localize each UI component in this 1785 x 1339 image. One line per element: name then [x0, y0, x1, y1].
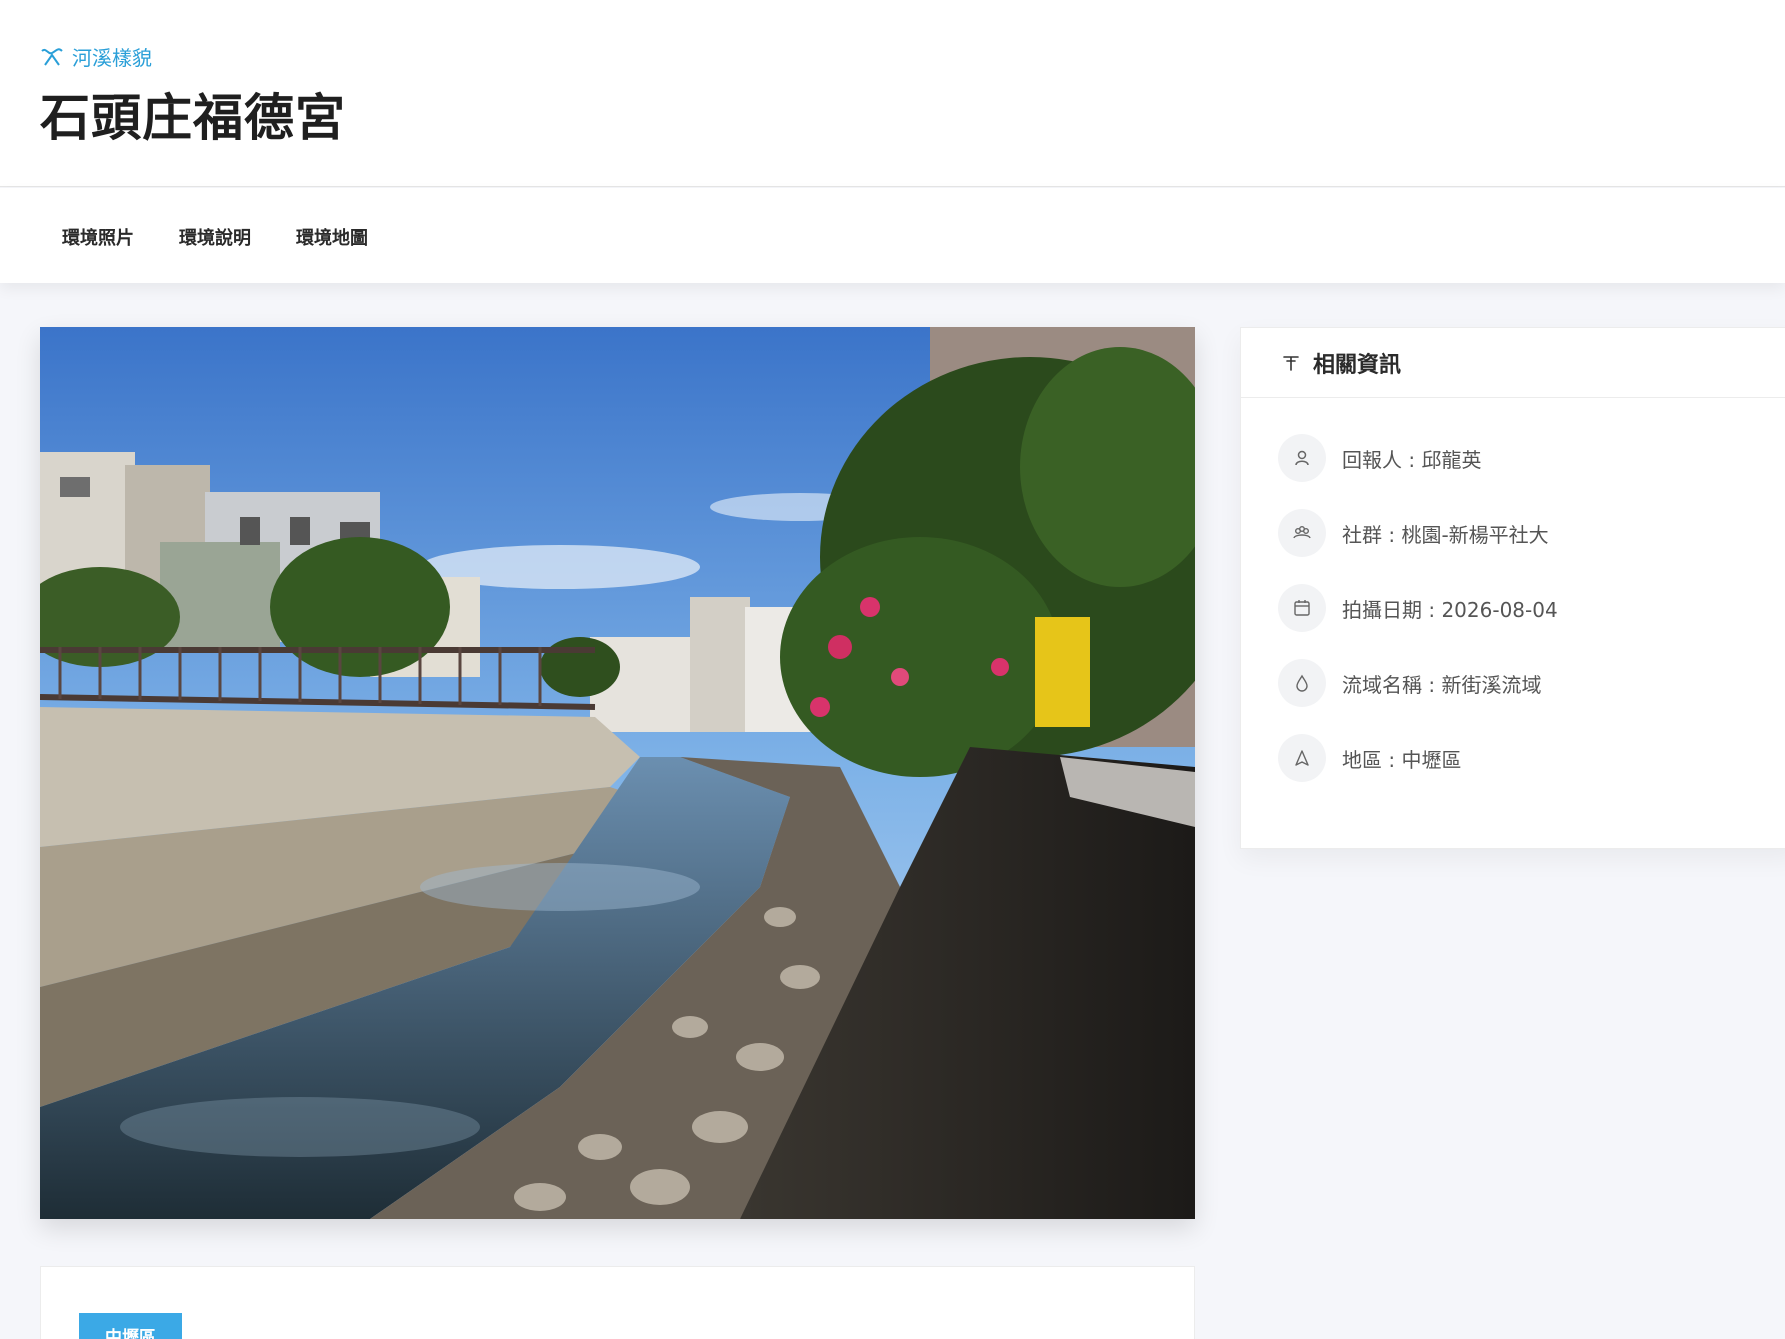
related-info-header: 相關資訊 [1241, 328, 1785, 398]
info-label-reporter: 回報人 [1342, 447, 1402, 472]
info-row-watershed: 流域名稱 : 新街溪流域 [1278, 659, 1541, 707]
page-title: 石頭庄福德宮 [40, 89, 346, 147]
info-label-district: 地區 [1342, 747, 1382, 772]
river-icon [41, 47, 63, 66]
description-card: 中壢區 [40, 1266, 1195, 1339]
related-info-panel: 相關資訊 回報人 : 邱龍英 社群 : 桃園-新楊平社大 拍攝日期 : 2026… [1240, 327, 1785, 849]
page-header: 河溪樣貌 石頭庄福德宮 [0, 0, 1785, 187]
info-row-date: 拍攝日期 : 2026-08-04 [1278, 584, 1558, 632]
info-row-district: 地區 : 中壢區 [1278, 734, 1461, 782]
section-tabs: 環境照片 環境說明 環境地圖 [0, 188, 1785, 283]
info-value-district: 中壢區 [1401, 747, 1462, 772]
pin-icon [1283, 355, 1299, 371]
info-label-date: 拍攝日期 [1342, 597, 1422, 622]
category-label: 河溪樣貌 [72, 46, 152, 70]
tab-environment-map[interactable]: 環境地圖 [296, 224, 368, 250]
info-value-watershed: 新街溪流域 [1441, 672, 1542, 697]
user-icon [1278, 434, 1326, 482]
group-icon [1278, 509, 1326, 557]
water-drop-icon [1278, 659, 1326, 707]
info-label-watershed: 流域名稱 [1342, 672, 1422, 697]
category-link[interactable]: 河溪樣貌 [40, 42, 152, 71]
tab-environment-description[interactable]: 環境說明 [179, 224, 251, 250]
info-value-reporter: 邱龍英 [1421, 447, 1482, 472]
info-value-community: 桃園-新楊平社大 [1401, 522, 1549, 547]
tab-environment-photos[interactable]: 環境照片 [62, 224, 134, 250]
related-info-title: 相關資訊 [1313, 352, 1402, 378]
calendar-icon [1278, 584, 1326, 632]
info-row-reporter: 回報人 : 邱龍英 [1278, 434, 1481, 482]
info-row-community: 社群 : 桃園-新楊平社大 [1278, 509, 1549, 557]
info-value-date: 2026-08-04 [1441, 597, 1558, 622]
environment-photo[interactable] [40, 327, 1195, 1219]
area-badge[interactable]: 中壢區 [79, 1313, 182, 1339]
navigation-icon [1278, 734, 1326, 782]
info-label-community: 社群 [1342, 522, 1382, 547]
